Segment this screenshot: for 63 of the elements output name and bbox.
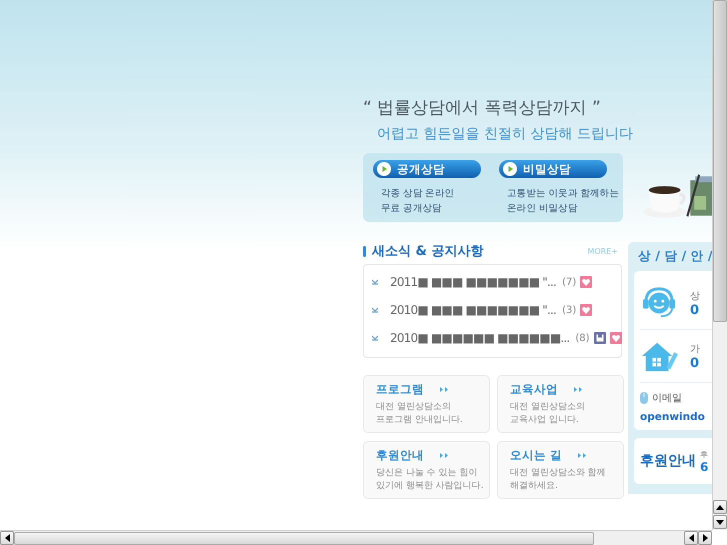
scrollbar-thumb[interactable] (14, 532, 594, 544)
support-label: 후 (700, 448, 708, 460)
contact-label: 상 (690, 290, 700, 302)
contact-number: 0 (690, 302, 700, 318)
play-icon (377, 162, 391, 176)
scroll-left-button[interactable] (0, 530, 14, 544)
card-title: 후원안내 (376, 448, 424, 463)
contact-label: 가 (690, 342, 700, 356)
heart-icon (580, 276, 592, 288)
support-number: 6 (700, 460, 708, 474)
consult-description: 각종 상담 온라인 무료 공개상담 (381, 187, 454, 216)
play-icon (503, 162, 517, 176)
scroll-down-button[interactable] (713, 515, 727, 529)
comment-count: (8) (575, 332, 590, 344)
left-arrow-icon (4, 534, 10, 542)
bullet-icon (372, 335, 378, 341)
info-card[interactable]: 후원안내 당신은 나눌 수 있는 힘이 있기에 행복한 사람입니다. (363, 441, 490, 499)
title-marker (363, 246, 366, 256)
email-link[interactable]: openwindo (640, 411, 705, 423)
info-card[interactable]: 오시는 길 대전 열린상담소와 함께 해결하세요. (497, 441, 624, 499)
horizontal-scrollbar[interactable] (0, 530, 712, 545)
up-arrow-icon (716, 504, 724, 510)
heart-icon (580, 304, 592, 316)
left-arrow-icon (688, 534, 694, 542)
double-arrow-icon (574, 387, 583, 392)
down-arrow-icon (716, 520, 724, 524)
right-arrow-icon (702, 534, 708, 542)
card-description: 당신은 나눌 수 있는 힘이 있기에 행복한 사람입니다. (376, 467, 485, 493)
news-link[interactable]: 2010■ ■■■ ■■■■■■■ "... (390, 303, 556, 317)
info-card[interactable]: 프로그램 대전 열린상담소의 프로그램 안내입니다. (363, 375, 490, 433)
comment-count: (7) (562, 276, 576, 288)
section-title: 새소식 & 공지사항 (372, 243, 484, 260)
headset-icon (640, 286, 678, 320)
scroll-up-button[interactable] (713, 500, 727, 514)
scroll-right-button[interactable] (698, 530, 712, 544)
email-label: 이메일 (652, 392, 682, 405)
news-link[interactable]: 2010■ ■■■■■■ ■■■■■■... (390, 331, 570, 345)
consult-button[interactable]: 비밀상담 (499, 160, 607, 178)
document-icon (594, 332, 606, 344)
scroll-left-button[interactable] (684, 530, 698, 544)
card-description: 대전 열린상담소와 함께 해결하세요. (510, 467, 607, 493)
card-description: 대전 열린상담소의 프로그램 안내입니다. (376, 401, 464, 427)
bullet-icon (372, 279, 378, 285)
card-title: 교육사업 (510, 382, 558, 397)
news-link[interactable]: 2011■ ■■■ ■■■■■■■ "... (390, 275, 556, 289)
comment-count: (3) (562, 304, 576, 316)
consult-button[interactable]: 공개상담 (373, 160, 481, 178)
consult-description: 고통받는 이웃과 함께하는 온라인 비밀상담 (507, 187, 620, 216)
info-card[interactable]: 교육사업 대전 열린상담소의 교육사업 입니다. (497, 375, 624, 433)
bullet-icon (372, 307, 378, 313)
card-title: 프로그램 (376, 382, 424, 397)
double-arrow-icon (440, 453, 449, 458)
double-arrow-icon (440, 387, 449, 392)
contact-number: 0 (690, 356, 700, 370)
mouse-icon (640, 392, 648, 404)
support-title: 후원안내 (640, 452, 696, 470)
subtitle: 어렵고 힘든일을 친절히 상담해 드립니다 (377, 125, 633, 143)
headline: “ 법률상담에서 폭력상담까지 ” (363, 97, 602, 119)
card-description: 대전 열린상담소의 교육사업 입니다. (510, 401, 586, 427)
vertical-scrollbar[interactable] (712, 0, 727, 530)
scrollbar-thumb[interactable] (713, 0, 727, 322)
card-title: 오시는 길 (510, 448, 562, 463)
double-arrow-icon (578, 453, 588, 458)
